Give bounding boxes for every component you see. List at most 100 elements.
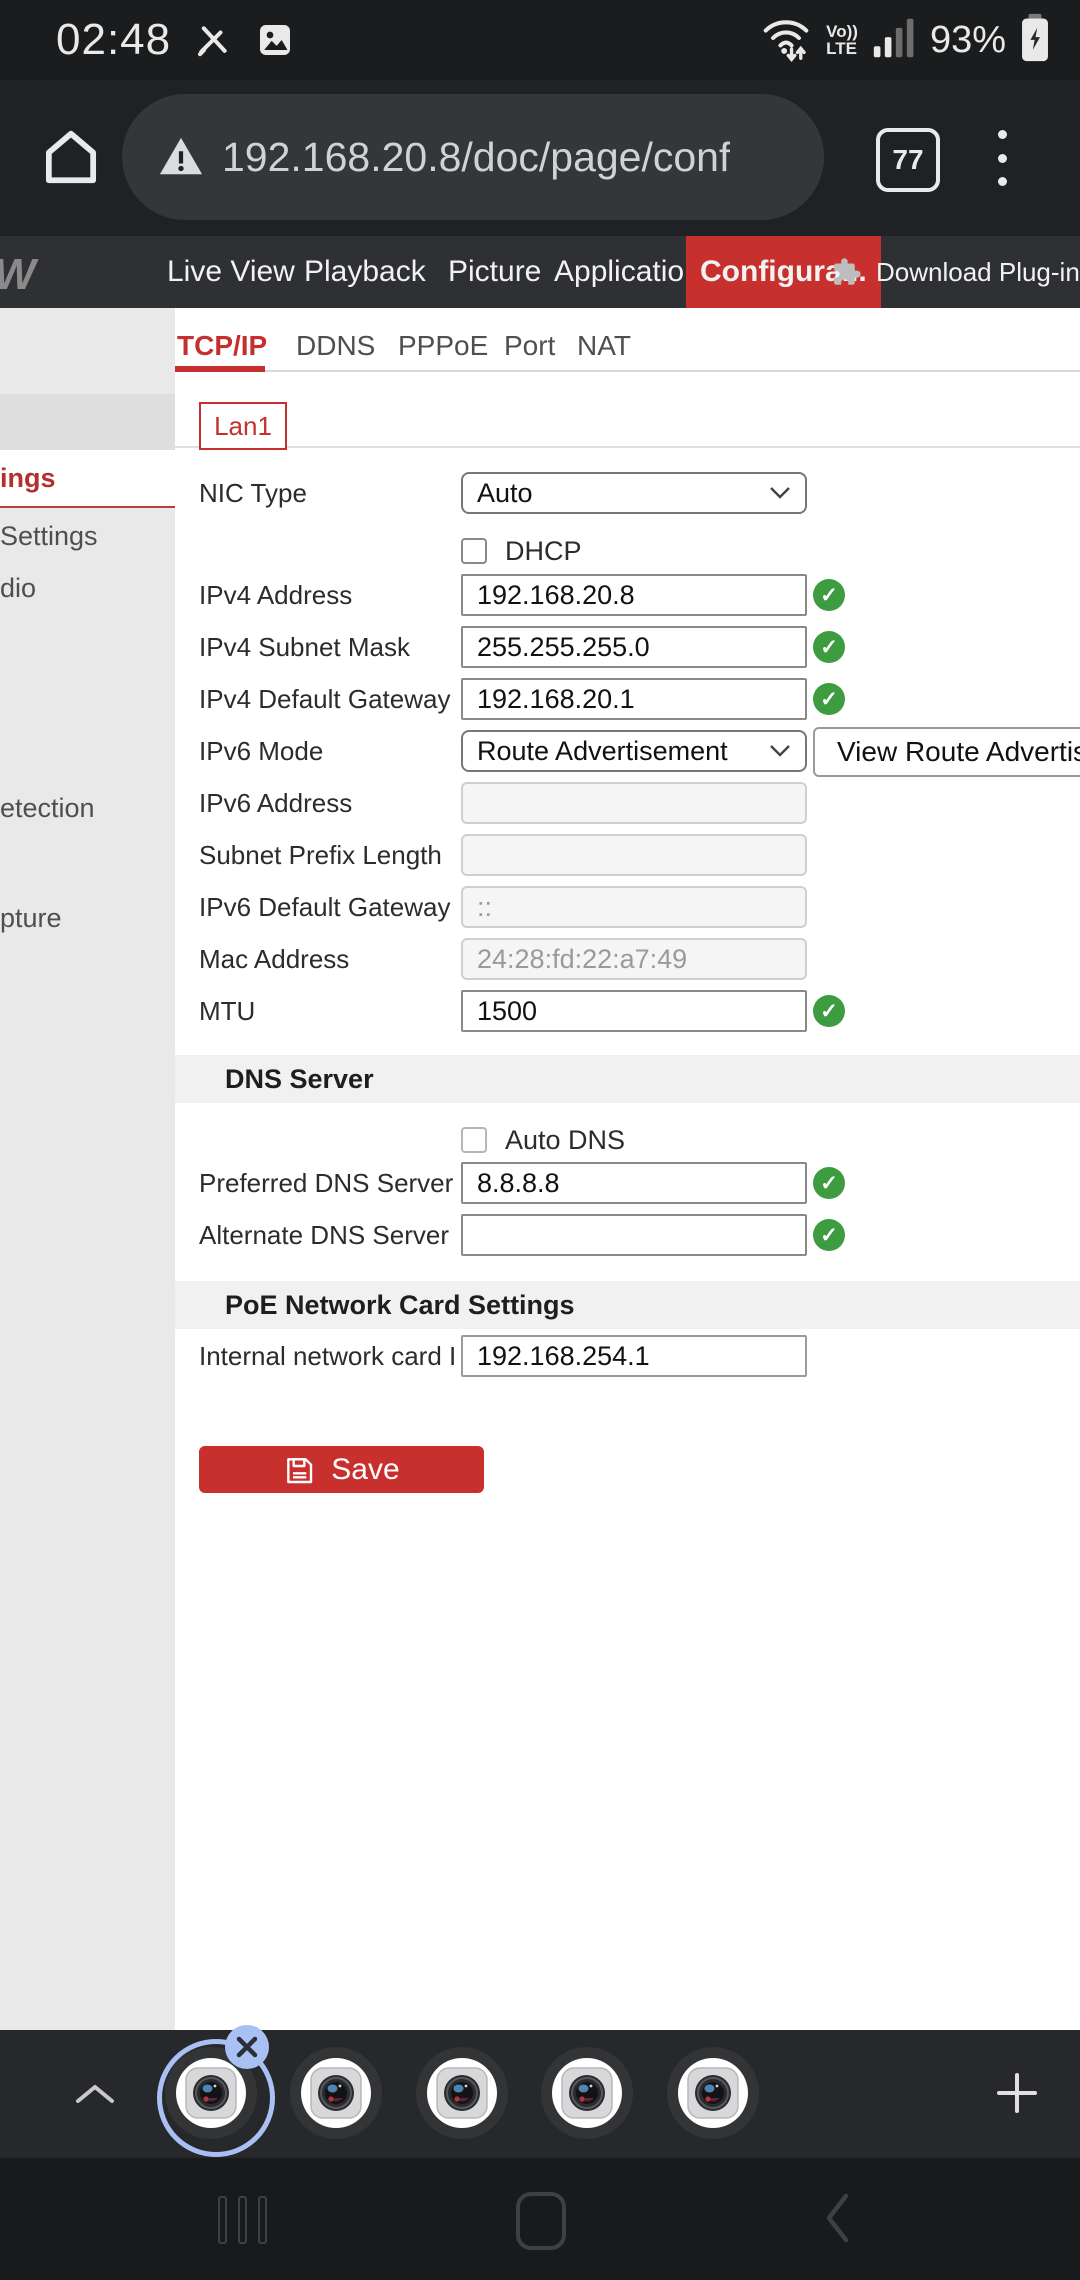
ipv6-address-input: [461, 782, 807, 824]
dns-server-title: DNS Server: [225, 1064, 374, 1095]
subnet-prefix-length-label: Subnet Prefix Length: [199, 834, 457, 876]
internal-nic-label: Internal network card IPv4...: [199, 1335, 457, 1377]
tab-switcher-button[interactable]: 77: [876, 128, 940, 192]
ipv4-subnet-mask-input[interactable]: [461, 626, 807, 668]
mac-address-input: [461, 938, 807, 980]
ipv6-mode-label: IPv6 Mode: [199, 730, 457, 772]
dns-server-section-header: DNS Server: [175, 1055, 1080, 1103]
not-secure-warning-icon[interactable]: [158, 134, 204, 180]
home-button[interactable]: [516, 2192, 566, 2250]
dhcp-checkbox[interactable]: [461, 538, 487, 564]
nav-live-view[interactable]: Live View: [167, 255, 295, 289]
lan1-tab[interactable]: Lan1: [199, 402, 287, 450]
ipv6-address-label: IPv6 Address: [199, 782, 457, 824]
mac-address-label: Mac Address: [199, 938, 457, 980]
edge-panel-collapse-button[interactable]: [72, 2082, 118, 2111]
nic-type-value: Auto: [477, 478, 533, 509]
browser-menu-button[interactable]: [998, 130, 1008, 186]
download-plugin[interactable]: Download Plug-in: [828, 255, 1080, 289]
site-navbar: W Live View Playback Picture Application…: [0, 236, 1080, 308]
volte-icon: Vo))LTE: [826, 23, 858, 57]
tab-nat[interactable]: NAT: [577, 330, 631, 362]
tab-pppoe[interactable]: PPPoE: [398, 330, 488, 362]
close-icon: [234, 2034, 260, 2060]
status-icons: Vo))LTE 93%: [760, 0, 1050, 80]
save-button[interactable]: Save: [199, 1446, 484, 1493]
camera-thumbnail[interactable]: [541, 2047, 633, 2139]
gallery-icon: [255, 20, 295, 60]
tab-ddns[interactable]: DDNS: [296, 330, 375, 362]
tab-tcpip[interactable]: TCP/IP: [177, 330, 267, 362]
nav-picture[interactable]: Picture: [448, 255, 541, 289]
ipv6-default-gateway-label: IPv6 Default Gateway: [199, 886, 457, 928]
ipv6-mode-select[interactable]: Route Advertisement: [461, 730, 807, 772]
nic-type-select[interactable]: Auto: [461, 472, 807, 514]
camera-lens-icon: [678, 2058, 748, 2128]
remove-camera-badge[interactable]: [225, 2025, 269, 2069]
add-camera-button[interactable]: [993, 2069, 1041, 2122]
nic-type-label: NIC Type: [199, 472, 457, 514]
nav-application[interactable]: Application: [554, 255, 701, 289]
signal-bars-icon: [872, 15, 916, 66]
save-icon: [283, 1454, 315, 1486]
ipv4-default-gateway-label: IPv4 Default Gateway: [199, 678, 457, 720]
url-bar[interactable]: 192.168.20.8/doc/page/conf: [122, 94, 824, 220]
ipv4-default-gateway-input[interactable]: [461, 678, 807, 720]
ipv6-default-gateway-input: [461, 886, 807, 928]
clock: 02:48: [56, 15, 171, 65]
wifi-icon: [760, 14, 812, 67]
tab-count: 77: [892, 144, 923, 176]
stylus-disconnected-icon: [193, 20, 233, 60]
battery-charging-icon: [1020, 13, 1050, 68]
poe-section-header: PoE Network Card Settings: [175, 1281, 1080, 1329]
camera-lens-icon: [427, 2058, 497, 2128]
alternate-dns-label: Alternate DNS Server: [199, 1214, 457, 1256]
lan-divider: [175, 446, 1080, 448]
internal-nic-input[interactable]: [461, 1335, 807, 1377]
ipv4-address-label: IPv4 Address: [199, 574, 457, 616]
camera-lens-icon: [301, 2058, 371, 2128]
alternate-dns-input[interactable]: [461, 1214, 807, 1256]
camera-thumbnail[interactable]: [667, 2047, 759, 2139]
download-plugin-label: Download Plug-in: [876, 257, 1080, 288]
browser-toolbar: 192.168.20.8/doc/page/conf 77: [0, 80, 1080, 236]
status-bar: 02:48 Vo))LTE: [0, 0, 1080, 80]
nav-playback[interactable]: Playback: [304, 255, 426, 289]
valid-check-icon: ✓: [813, 579, 845, 611]
camera-lens-icon: [552, 2058, 622, 2128]
preferred-dns-input[interactable]: [461, 1162, 807, 1204]
chevron-down-icon: [769, 486, 791, 500]
dhcp-label: DHCP: [505, 536, 582, 567]
valid-check-icon: ✓: [813, 683, 845, 715]
tab-port[interactable]: Port: [504, 330, 555, 362]
poe-section-title: PoE Network Card Settings: [225, 1290, 575, 1321]
mtu-label: MTU: [199, 990, 457, 1032]
url-fade: [784, 94, 824, 220]
site-logo-fragment: W: [0, 250, 36, 300]
valid-check-icon: ✓: [813, 1219, 845, 1251]
web-page: ings Settings dio etection pture TCP/IP …: [0, 308, 1080, 2030]
tabs-divider: [175, 370, 1080, 372]
battery-percentage: 93%: [930, 19, 1006, 62]
preferred-dns-label: Preferred DNS Server: [199, 1162, 457, 1204]
ipv4-subnet-mask-label: IPv4 Subnet Mask: [199, 626, 457, 668]
camera-thumbnail[interactable]: [290, 2047, 382, 2139]
chevron-down-icon: [769, 744, 791, 758]
mtu-input[interactable]: [461, 990, 807, 1032]
save-label: Save: [331, 1453, 399, 1487]
camera-thumbnail[interactable]: [416, 2047, 508, 2139]
active-tab-underline: [175, 366, 265, 372]
auto-dns-label: Auto DNS: [505, 1125, 625, 1156]
back-button[interactable]: [824, 2192, 850, 2249]
puzzle-icon: [828, 255, 862, 289]
url-text: 192.168.20.8/doc/page/conf: [222, 134, 730, 181]
view-route-advertisement-button[interactable]: View Route Advertiseme: [813, 727, 1080, 777]
valid-check-icon: ✓: [813, 995, 845, 1027]
ipv4-address-input[interactable]: [461, 574, 807, 616]
subnet-prefix-length-input: [461, 834, 807, 876]
ipv6-mode-value: Route Advertisement: [477, 736, 728, 767]
browser-home-button[interactable]: [40, 126, 102, 193]
auto-dns-checkbox[interactable]: [461, 1127, 487, 1153]
sidebar-item-highlighted[interactable]: [0, 394, 175, 450]
recents-button[interactable]: [218, 2196, 267, 2244]
